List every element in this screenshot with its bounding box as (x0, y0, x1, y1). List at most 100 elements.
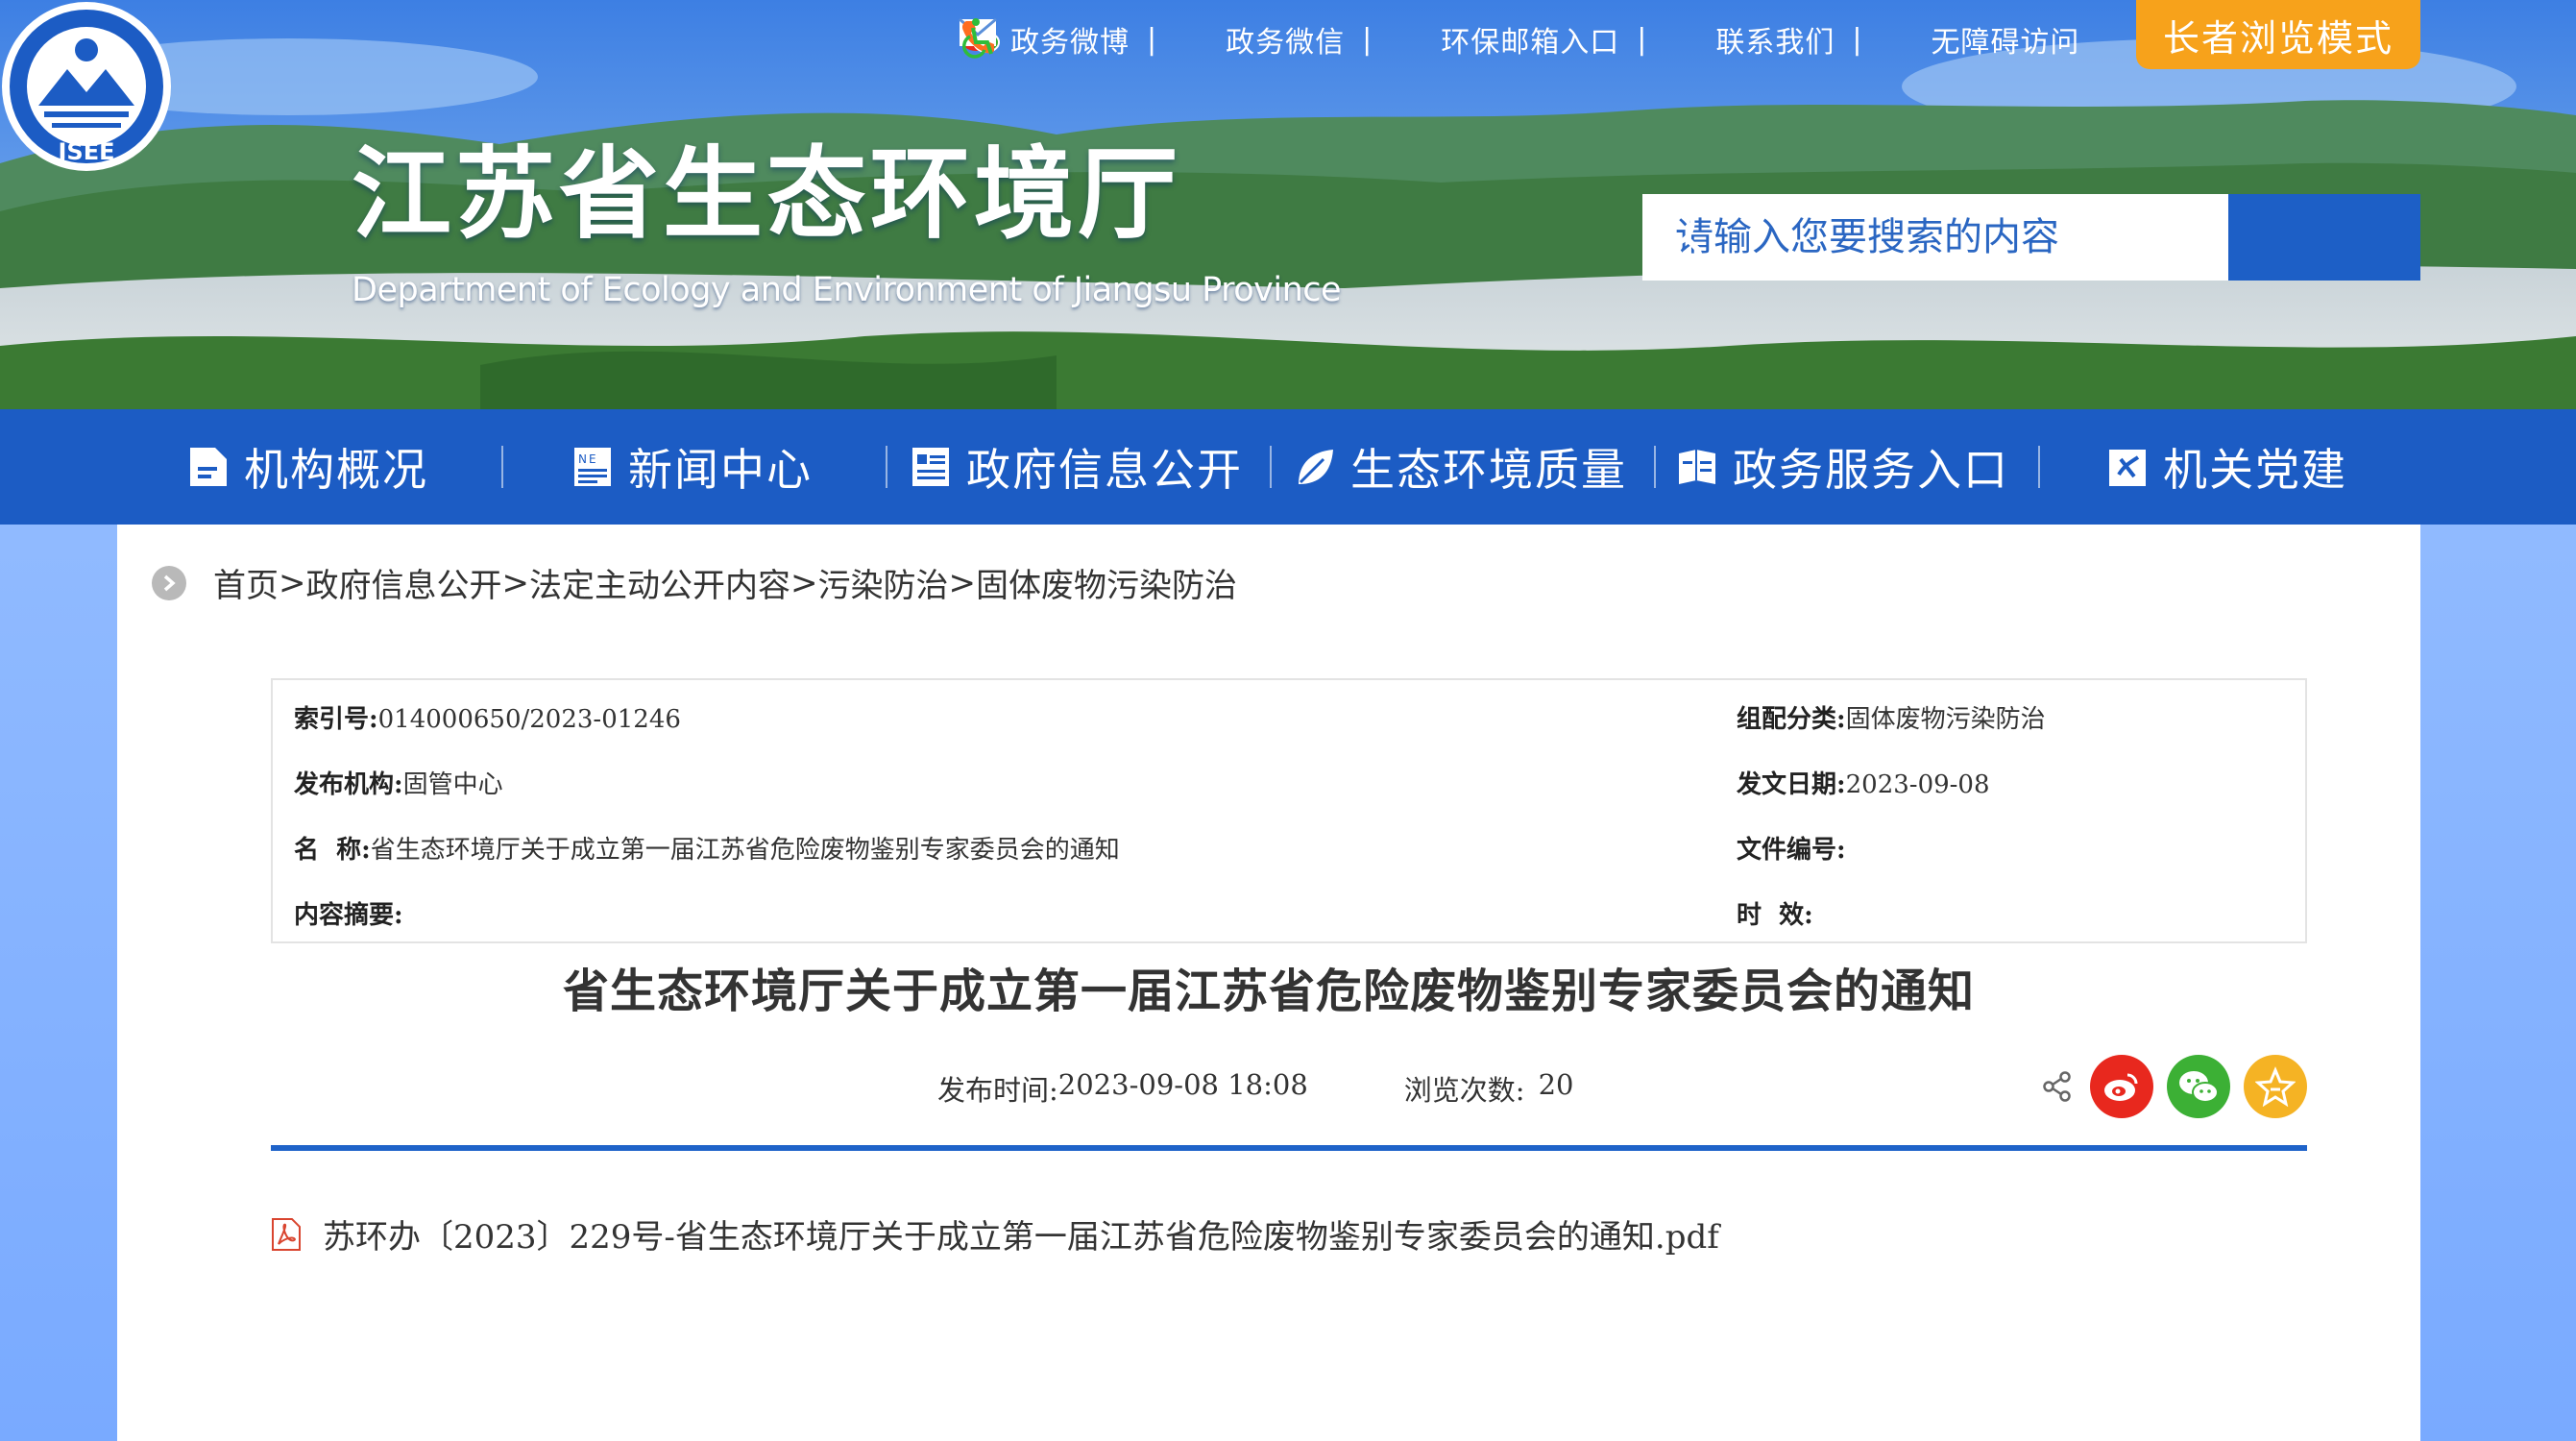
top-link-label: 环保邮箱入口 (1441, 26, 1620, 60)
share-icon (2043, 1071, 2071, 1102)
meta-name: 名 称:省生态环境厅关于成立第一届江苏省危险废物鉴别专家委员会的通知 (294, 830, 1120, 866)
breadcrumb-statutory-content[interactable]: 法定主动公开内容 (529, 559, 790, 606)
star-icon (2255, 1066, 2296, 1107)
breadcrumb-home[interactable]: 首页 (213, 559, 279, 606)
pub-time-label: 发布时间: (937, 1074, 1058, 1107)
meta-label: 组配分类: (1737, 705, 1846, 734)
meta-label: 文件编号: (1737, 836, 1846, 865)
breadcrumb-info-disclosure[interactable]: 政府信息公开 (306, 559, 502, 606)
nav-label: 生态环境质量 (1350, 444, 1627, 496)
article-pub-info: 发布时间: 2023-09-08 18:08 浏览次数: 20 (937, 1068, 1573, 1109)
meta-value: 2023-09-08 (1845, 770, 1990, 799)
views-count: 20 (1538, 1068, 1574, 1101)
top-link-label: 无障碍访问 (1931, 26, 2080, 60)
divider (271, 1145, 2307, 1151)
search-button[interactable] (1647, 194, 2420, 281)
meta-publisher: 发布机构:固管中心 (294, 765, 503, 800)
divider (1654, 446, 1656, 488)
chevron-right-icon (152, 565, 186, 600)
weibo-icon (2104, 1073, 2138, 1101)
divider: | (1362, 22, 1373, 57)
breadcrumb: 首页 > 政府信息公开 > 法定主动公开内容 > 污染防治 > 固体废物污染防治 (152, 559, 1237, 606)
nav-item-org[interactable]: 机构概况 (188, 409, 428, 525)
meta-value: 固体废物污染防治 (1845, 705, 2046, 734)
accessibility-icon (962, 18, 1917, 59)
divider (1270, 446, 1272, 488)
breadcrumb-separator: > (948, 563, 977, 602)
phone-icon (962, 20, 1702, 59)
leaf-icon (1299, 450, 1333, 484)
top-link-mail[interactable]: 环保邮箱入口 (959, 17, 1620, 61)
site-title: 江苏省生态环境厅 (352, 134, 1182, 253)
meta-doc-number: 文件编号: (1737, 830, 1846, 866)
jsee-logo-icon: JSEE (2, 2, 171, 171)
share-weibo-button[interactable] (2090, 1055, 2153, 1118)
meta-label: 索引号: (294, 705, 378, 734)
search-bar (1642, 194, 2420, 281)
divider (886, 446, 887, 488)
nav-label: 机关党建 (2163, 444, 2347, 496)
site-subtitle: Department of Ecology and Environment of… (352, 271, 1342, 309)
top-link-accessibility[interactable]: 无障碍访问 (962, 18, 2080, 61)
views-label: 浏览次数: (1403, 1074, 1525, 1107)
breadcrumb-separator: > (279, 563, 306, 602)
top-links-bar: 政务微博 | 政务微信 | 环保邮箱入口 | 联系我们 | 无障碍访问 (959, 17, 2079, 61)
meta-value: 014000650/2023-01246 (377, 705, 681, 734)
nav-item-party[interactable]: 机关党建 (2107, 409, 2347, 525)
elder-mode-button[interactable]: 长者浏览模式 (2136, 0, 2420, 69)
nav-label: 机构概况 (244, 444, 428, 496)
divider (501, 446, 503, 488)
nav-label: 政务服务入口 (1733, 444, 2009, 496)
meta-category: 组配分类:固体废物污染防治 (1737, 699, 2046, 735)
share-bar (2038, 1055, 2307, 1118)
top-link-contact[interactable]: 联系我们 (962, 18, 1835, 61)
party-icon (2109, 450, 2146, 486)
meta-label: 发布机构: (294, 770, 403, 799)
meta-summary: 内容摘要: (294, 895, 403, 931)
breadcrumb-separator: > (790, 563, 818, 602)
news-icon: NE (574, 448, 611, 486)
nav-item-info-disclosure[interactable]: 政府信息公开 (911, 409, 1243, 525)
nav-label: 政府信息公开 (966, 444, 1243, 496)
divider (2038, 446, 2040, 488)
mail-icon (959, 17, 1427, 59)
wechat-icon (2179, 1071, 2219, 1103)
attachment-filename: 苏环办〔2023〕229号-省生态环境厅关于成立第一届江苏省危险废物鉴别专家委员… (323, 1218, 1719, 1257)
meta-label: 发文日期: (1737, 770, 1846, 799)
meta-date: 发文日期:2023-09-08 (1737, 765, 1990, 800)
main-nav: 机构概况 NE 新闻中心 政府信息公开 生态环境质量 政务服务入口 机关党建 (0, 409, 2576, 525)
share-wechat-button[interactable] (2167, 1055, 2230, 1118)
favorite-button[interactable] (2244, 1055, 2307, 1118)
breadcrumb-solid-waste[interactable]: 固体废物污染防治 (976, 559, 1237, 606)
pub-time: 2023-09-08 18:08 (1057, 1068, 1308, 1101)
divider: | (1147, 22, 1157, 57)
divider: | (1637, 22, 1647, 57)
meta-index: 索引号:014000650/2023-01246 (294, 699, 681, 735)
search-input[interactable] (1642, 194, 2228, 281)
logo-text: JSEE (56, 138, 114, 165)
search-icon (1647, 199, 1701, 253)
breadcrumb-pollution-control[interactable]: 污染防治 (818, 559, 949, 606)
nav-item-eco-quality[interactable]: 生态环境质量 (1295, 409, 1627, 525)
breadcrumb-separator: > (501, 563, 530, 602)
wechat-icon (960, 20, 1212, 59)
nav-item-services[interactable]: 政务服务入口 (1677, 409, 2009, 525)
svg-text:NE: NE (578, 452, 598, 466)
nav-label: 新闻中心 (628, 444, 813, 496)
service-icon (1679, 450, 1715, 484)
header-banner: 政务微博 | 政务微信 | 环保邮箱入口 | 联系我们 | 无障碍访问 长者浏览… (0, 0, 2576, 409)
info-icon (912, 448, 949, 486)
document-metadata-table: 索引号:014000650/2023-01246 组配分类:固体废物污染防治 发… (271, 678, 2307, 943)
document-icon (190, 448, 227, 486)
meta-value: 省生态环境厅关于成立第一届江苏省危险废物鉴别专家委员会的通知 (370, 836, 1120, 865)
top-link-label: 联系我们 (1715, 26, 1835, 60)
meta-value: 固管中心 (402, 770, 503, 799)
top-link-label: 政务微信 (1226, 26, 1346, 60)
meta-label: 时 效: (1737, 901, 1813, 930)
top-link-label: 政务微博 (1010, 26, 1130, 60)
nav-item-news[interactable]: NE 新闻中心 (572, 409, 813, 525)
attachment-link[interactable]: 苏环办〔2023〕229号-省生态环境厅关于成立第一届江苏省危险废物鉴别专家委员… (271, 1210, 1719, 1258)
divider: | (1852, 22, 1862, 57)
top-link-wechat[interactable]: 政务微信 (960, 18, 1346, 61)
meta-validity: 时 效: (1737, 895, 1813, 931)
